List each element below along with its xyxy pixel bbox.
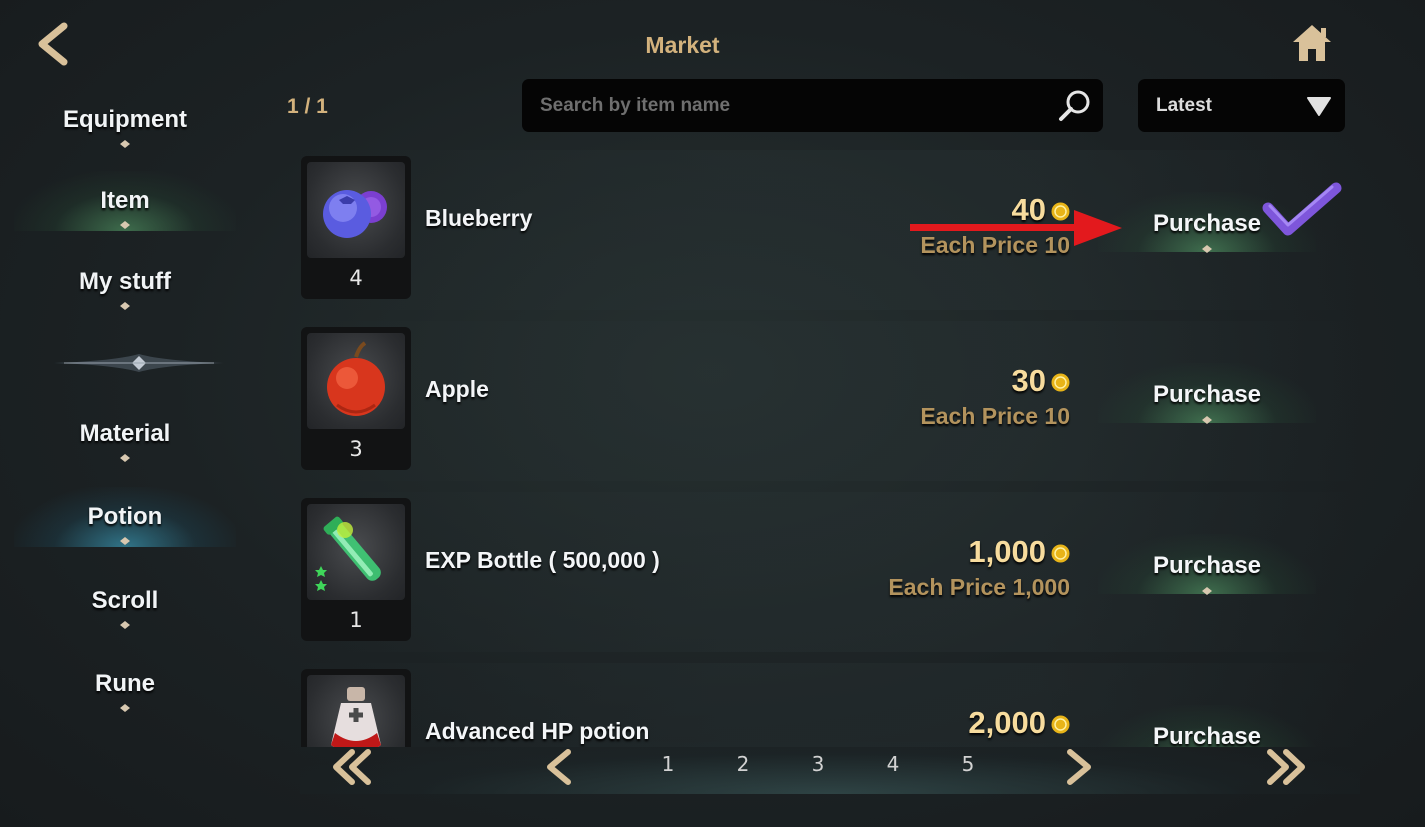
home-button[interactable] xyxy=(1290,22,1334,64)
total-price: 2,000 xyxy=(968,705,1046,740)
gold-coin-icon xyxy=(1051,544,1070,563)
search-input[interactable] xyxy=(540,92,1050,120)
sidebar-item-label: Rune xyxy=(95,670,155,697)
purchase-button[interactable]: Purchase xyxy=(1098,534,1316,595)
total-price: 1,000 xyxy=(968,534,1046,569)
hp-potion-icon xyxy=(307,675,405,747)
market-row: 3 Apple 30 Each Price 10 Purchase xyxy=(298,321,1358,481)
total-price: 30 xyxy=(1011,363,1046,398)
divider xyxy=(16,621,234,629)
item-name: Blueberry xyxy=(425,205,533,231)
item-slot[interactable] xyxy=(301,669,411,747)
divider xyxy=(305,260,407,262)
divider xyxy=(1098,587,1316,595)
purchase-button-label: Purchase xyxy=(1152,381,1262,408)
apple-icon xyxy=(307,333,405,429)
item-name: EXP Bottle ( 500,000 ) xyxy=(425,547,660,573)
red-arrow-annotation xyxy=(910,210,1122,246)
purchase-button[interactable]: Purchase xyxy=(1098,705,1316,747)
page-number[interactable]: 2 xyxy=(728,752,758,776)
item-name: Apple xyxy=(425,376,489,402)
page-title: Market xyxy=(645,32,720,58)
gold-coin-icon xyxy=(1051,373,1070,392)
divider xyxy=(16,221,234,229)
unit-price: Each Price 10 xyxy=(920,403,1070,429)
double-chevron-left-icon[interactable] xyxy=(328,748,374,786)
sidebar-item-my-stuff[interactable]: My stuff xyxy=(14,252,236,312)
item-quantity: 4 xyxy=(349,266,363,290)
divider xyxy=(1098,416,1316,424)
price-block: 30 Each Price 10 xyxy=(858,363,1070,443)
divider xyxy=(16,302,234,310)
divider xyxy=(305,602,407,604)
item-slot[interactable]: 3 xyxy=(301,327,411,470)
divider xyxy=(16,140,234,148)
chevron-left-icon[interactable] xyxy=(538,748,584,786)
page-number[interactable]: 1 xyxy=(653,752,683,776)
item-slot[interactable]: 4 xyxy=(301,156,411,299)
sort-dropdown[interactable]: Latest xyxy=(1138,79,1345,132)
sidebar-item-label: Item xyxy=(100,187,150,214)
sidebar-item-rune[interactable]: Rune xyxy=(14,654,236,714)
item-name: Advanced HP potion xyxy=(425,718,650,744)
purchase-button-label: Purchase xyxy=(1152,552,1262,579)
divider xyxy=(16,704,234,712)
divider xyxy=(16,537,234,545)
price-block: 1,000 Each Price 1,000 xyxy=(858,534,1070,614)
sidebar-item-label: Scroll xyxy=(91,587,159,614)
search-bar xyxy=(522,79,1103,132)
sidebar-item-label: Material xyxy=(79,420,171,447)
purchase-button[interactable]: Purchase xyxy=(1098,363,1316,424)
divider xyxy=(305,431,407,433)
market-item-list: 4 Blueberry 40 Each Price 10 Purchase 3 … xyxy=(298,150,1358,747)
sidebar-item-equipment[interactable]: Equipment xyxy=(14,90,236,150)
sidebar-item-label: Potion xyxy=(87,503,163,530)
market-row: 4 Blueberry 40 Each Price 10 Purchase xyxy=(298,150,1358,310)
exp-bottle-icon xyxy=(307,504,405,600)
market-row: 1 EXP Bottle ( 500,000 ) 1,000 Each Pric… xyxy=(298,492,1358,652)
page-number[interactable]: 4 xyxy=(878,752,908,776)
divider xyxy=(16,454,234,462)
search-icon[interactable] xyxy=(1057,88,1093,124)
section-separator-ornament xyxy=(54,354,224,372)
home-icon xyxy=(1293,25,1331,61)
checkmark-annotation xyxy=(1262,182,1342,236)
double-chevron-right-icon[interactable] xyxy=(1264,748,1310,786)
sidebar-item-label: Equipment xyxy=(63,106,187,133)
item-quantity: 3 xyxy=(349,437,363,461)
triangle-down-icon xyxy=(1307,97,1331,116)
chevron-right-icon[interactable] xyxy=(1054,748,1100,786)
sidebar-item-potion[interactable]: Potion xyxy=(14,487,236,547)
blueberry-icon xyxy=(307,162,405,258)
market-row: Advanced HP potion 2,000 Purchase xyxy=(298,663,1358,747)
sidebar-item-label: My stuff xyxy=(79,268,171,295)
sidebar-item-scroll[interactable]: Scroll xyxy=(14,571,236,631)
price-block: 2,000 xyxy=(858,705,1070,747)
gold-coin-icon xyxy=(1051,715,1070,734)
page-indicator: 1 / 1 xyxy=(287,95,328,118)
sort-selected-value: Latest xyxy=(1156,95,1212,116)
pagination-bar: 1 2 3 4 5 xyxy=(300,742,1360,794)
sidebar-item-item[interactable]: Item xyxy=(14,171,236,231)
item-quantity: 1 xyxy=(349,608,363,632)
item-slot[interactable]: 1 xyxy=(301,498,411,641)
sidebar-item-material[interactable]: Material xyxy=(14,404,236,464)
page-number[interactable]: 5 xyxy=(953,752,983,776)
unit-price: Each Price 1,000 xyxy=(888,574,1070,600)
page-number[interactable]: 3 xyxy=(803,752,833,776)
divider xyxy=(1098,245,1316,253)
